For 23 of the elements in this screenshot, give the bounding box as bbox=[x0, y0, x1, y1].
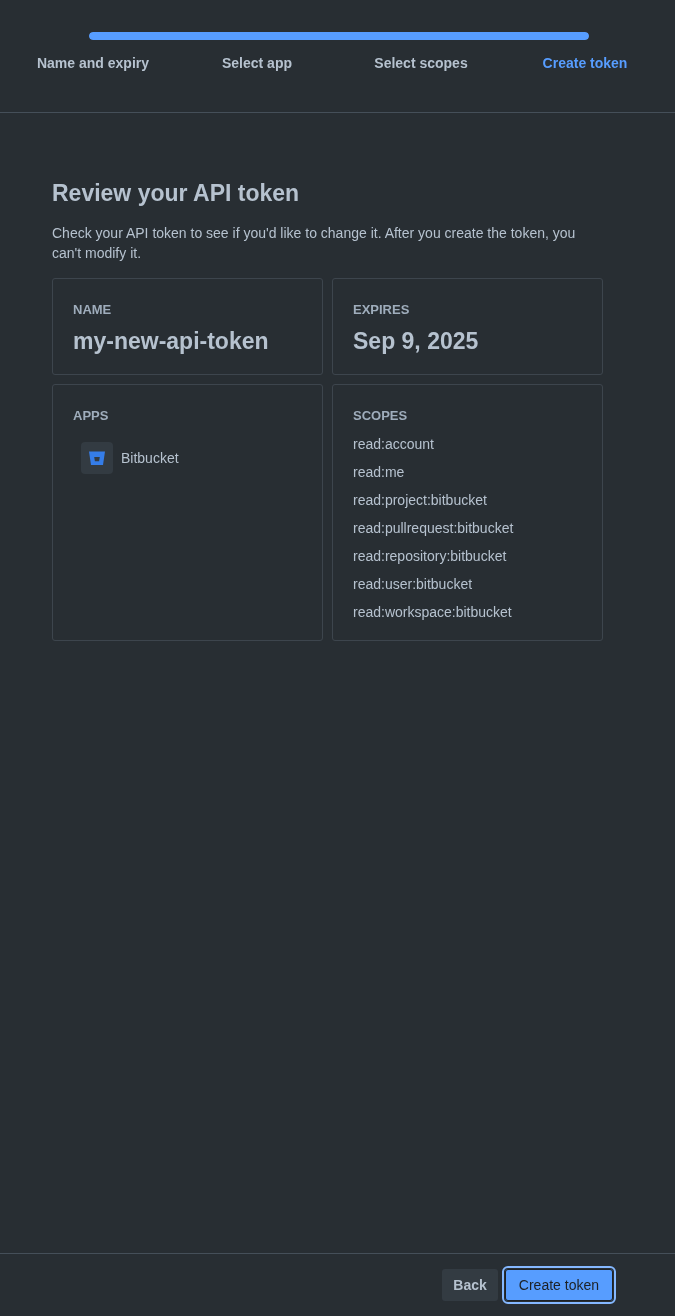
bucket-icon bbox=[81, 442, 113, 474]
description-text: Check your API token to see if you'd like to change it. After you create the token, you can't modify it. bbox=[52, 224, 577, 263]
scope-item: read:workspace:bitbucket bbox=[353, 603, 512, 621]
page-title: Review your API token bbox=[52, 179, 301, 207]
scope-item: read:user:bitbucket bbox=[353, 575, 473, 593]
card-label: SCOPES bbox=[353, 408, 408, 424]
scope-item: read:account bbox=[353, 435, 434, 453]
app-name: Bitbucket bbox=[121, 450, 179, 466]
card-label: NAME bbox=[73, 302, 112, 318]
step-label: Name and expiry bbox=[36, 54, 150, 72]
scope-item: read:pullrequest:bitbucket bbox=[353, 519, 514, 537]
create-token-button[interactable]: Create token bbox=[504, 1269, 613, 1301]
scope-item: read:project:bitbucket bbox=[353, 491, 487, 509]
step-label: Select app bbox=[222, 54, 292, 72]
scope-item: read:repository:bitbucket bbox=[353, 547, 507, 565]
back-button[interactable]: Back bbox=[442, 1269, 498, 1301]
card-label: EXPIRES bbox=[353, 302, 410, 318]
card-value: my-new-api-token bbox=[73, 327, 269, 355]
card-label: APPS bbox=[73, 408, 109, 424]
step-label: Create token bbox=[542, 54, 628, 72]
card-value: Sep 9, 2025 bbox=[353, 327, 479, 355]
scope-item: read:me bbox=[353, 463, 405, 481]
step-label: Select scopes bbox=[374, 54, 468, 72]
